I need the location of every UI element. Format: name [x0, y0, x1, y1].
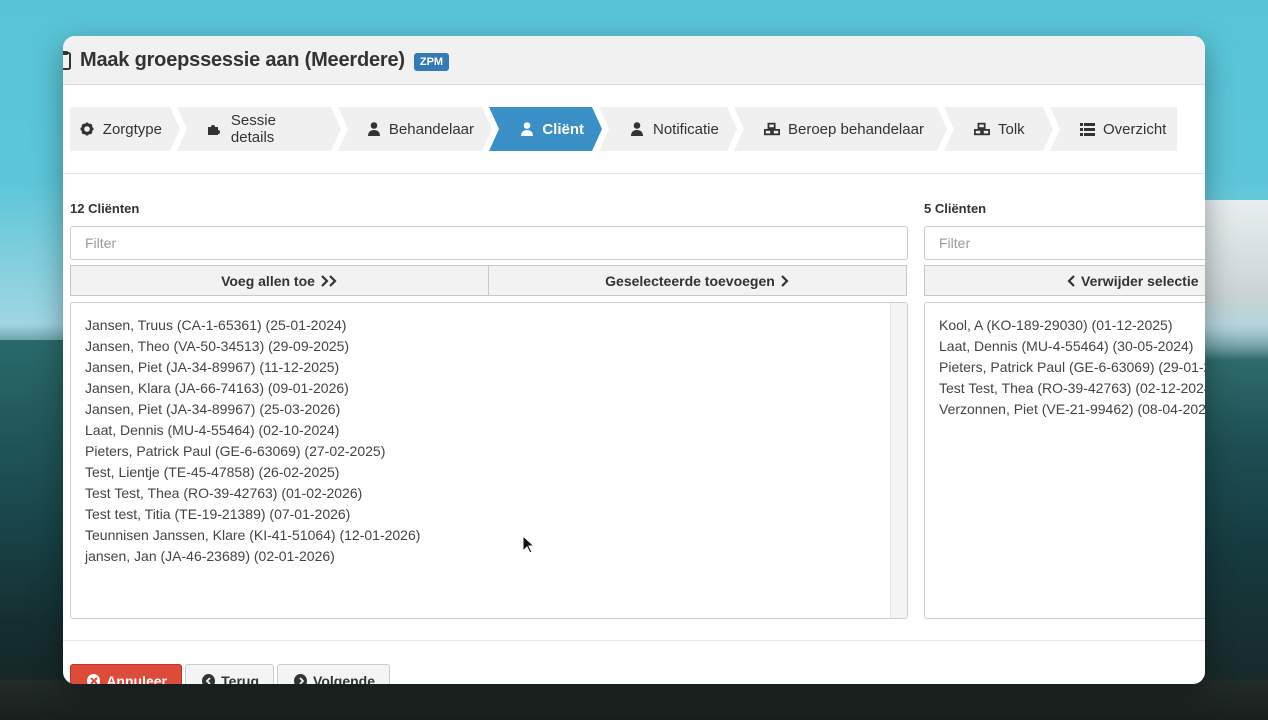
puzzle-icon: [207, 121, 223, 137]
add-all-label: Voeg allen toe: [221, 272, 315, 289]
double-chevron-right-icon: [320, 274, 338, 287]
step-label: Sessie details: [230, 112, 276, 146]
list-item[interactable]: Pieters, Patrick Paul (GE-6-63069) (29-0…: [939, 357, 1205, 378]
chevron-right-icon: [780, 274, 790, 287]
step-label: Zorgtype: [102, 120, 162, 138]
zpm-badge: ZPM: [413, 53, 450, 71]
cancel-label: Annuleer: [106, 673, 167, 684]
wizard-steps: Zorgtype Sessie details Behandelaar Clië…: [70, 107, 1177, 151]
list-item[interactable]: Jansen, Piet (JA-34-89967) (11-12-2025): [85, 357, 907, 378]
list-item[interactable]: Laat, Dennis (MU-4-55464) (30-05-2024): [939, 336, 1205, 357]
step-notificatie[interactable]: Notificatie: [599, 107, 737, 151]
next-label: Volgende: [313, 673, 375, 684]
list-item[interactable]: Jansen, Truus (CA-1-65361) (25-01-2024): [85, 315, 907, 336]
step-behandelaar[interactable]: Behandelaar: [338, 107, 492, 151]
list-scrollbar[interactable]: [890, 303, 907, 618]
list-item[interactable]: Laat, Dennis (MU-4-55464) (02-10-2024): [85, 420, 907, 441]
clipboard-icon: [63, 49, 72, 71]
list-item[interactable]: Verzonnen, Piet (VE-21-99462) (08-04-202…: [939, 399, 1205, 420]
selected-filter-input[interactable]: [924, 226, 1205, 260]
back-label: Terug: [221, 673, 259, 684]
step-label: Cliënt: [542, 120, 584, 138]
list-item[interactable]: Jansen, Piet (JA-34-89967) (25-03-2026): [85, 399, 907, 420]
remove-selected-button[interactable]: Verwijder selectie: [924, 265, 1205, 296]
list-item[interactable]: Test Test, Thea (RO-39-42763) (01-02-202…: [85, 483, 907, 504]
background-mountain: [0, 340, 70, 720]
list-item[interactable]: Jansen, Theo (VA-50-34513) (29-09-2025): [85, 336, 907, 357]
chevron-left-icon: [1066, 274, 1076, 287]
arrow-right-icon: [294, 674, 308, 684]
step-label: Notificatie: [653, 120, 719, 138]
list-item[interactable]: Jansen, Klara (JA-66-74163) (09-01-2026): [85, 378, 907, 399]
available-button-group: Voeg allen toe Geselecteerde toevoegen: [70, 265, 907, 296]
cubes-icon: [764, 121, 780, 137]
list-item[interactable]: Pieters, Patrick Paul (GE-6-63069) (27-0…: [85, 441, 907, 462]
step-overzicht[interactable]: Overzicht: [1050, 107, 1177, 151]
step-client[interactable]: Cliënt: [489, 107, 602, 151]
user-icon: [368, 121, 381, 137]
list-item[interactable]: jansen, Jan (JA-46-23689) (02-01-2026): [85, 546, 907, 567]
step-label: Beroep behandelaar: [788, 120, 924, 138]
step-beroep-behandelaar[interactable]: Beroep behandelaar: [734, 107, 947, 151]
gear-icon: [80, 121, 95, 137]
list-item[interactable]: Teunnisen Janssen, Klare (KI-41-51064) (…: [85, 525, 907, 546]
dialog-header: Maak groepssessie aan (Meerdere) ZPM: [63, 36, 1205, 85]
list-item[interactable]: Kool, A (KO-189-29030) (01-12-2025): [939, 315, 1205, 336]
divider: [63, 640, 1205, 641]
add-all-button[interactable]: Voeg allen toe: [70, 265, 489, 296]
step-label: Overzicht: [1103, 120, 1167, 138]
list-item[interactable]: Test Test, Thea (RO-39-42763) (02-12-202…: [939, 378, 1205, 399]
step-zorgtype[interactable]: Zorgtype: [70, 107, 180, 151]
user-icon: [629, 121, 645, 137]
background-treeline: [0, 680, 1268, 720]
cubes-icon: [974, 121, 990, 137]
available-filter-input[interactable]: [70, 226, 908, 260]
step-label: Tolk: [998, 120, 1025, 138]
list-icon: [1080, 121, 1095, 137]
mouse-cursor-icon: [522, 534, 536, 559]
selected-count-label: 5 Cliënten: [924, 201, 987, 216]
user-icon: [519, 121, 534, 137]
next-button[interactable]: Volgende: [277, 664, 390, 684]
step-sessie-details[interactable]: Sessie details: [177, 107, 341, 151]
arrow-left-icon: [202, 674, 216, 684]
group-session-dialog: Maak groepssessie aan (Meerdere) ZPM Zor…: [63, 36, 1205, 684]
list-item[interactable]: Test, Lientje (TE-45-47858) (26-02-2025): [85, 462, 907, 483]
available-clients-list[interactable]: Jansen, Truus (CA-1-65361) (25-01-2024) …: [70, 302, 908, 619]
step-label: Behandelaar: [388, 120, 474, 138]
available-count-label: 12 Cliënten: [70, 201, 140, 216]
selected-button-group: Verwijder selectie: [924, 265, 1205, 296]
remove-selected-label: Verwijder selectie: [1081, 272, 1199, 289]
add-selected-button[interactable]: Geselecteerde toevoegen: [489, 265, 907, 296]
selected-clients-list[interactable]: Kool, A (KO-189-29030) (01-12-2025) Laat…: [924, 302, 1205, 619]
add-selected-label: Geselecteerde toevoegen: [605, 272, 775, 289]
list-item[interactable]: Test test, Titia (TE-19-21389) (07-01-20…: [85, 504, 907, 525]
close-icon: [87, 674, 101, 684]
divider: [63, 173, 1205, 174]
back-button[interactable]: Terug: [185, 664, 274, 684]
dialog-title: Maak groepssessie aan (Meerdere): [80, 48, 405, 71]
cancel-button[interactable]: Annuleer: [70, 664, 182, 684]
step-tolk[interactable]: Tolk: [944, 107, 1053, 151]
